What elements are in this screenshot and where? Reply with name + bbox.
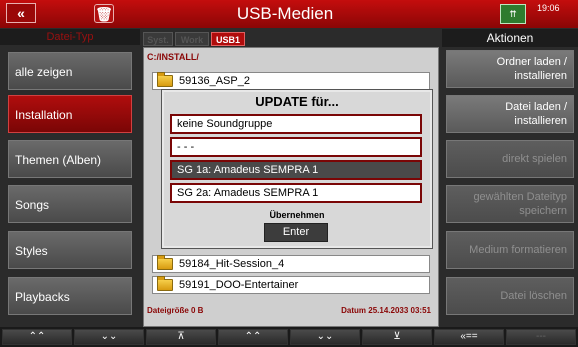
chevron-down-bar-icon[interactable]: ⊻ (362, 329, 432, 345)
enter-button[interactable]: Enter (264, 223, 328, 242)
file-name: 59184_Hit-Session_4 (179, 258, 285, 270)
double-chevron-down-icon[interactable]: ⌄⌄ (290, 329, 360, 345)
empty-icon[interactable]: --- (506, 329, 576, 345)
left-item-all[interactable]: alle zeigen (8, 52, 132, 90)
option-none[interactable]: - - - (170, 137, 422, 157)
back-arrow-icon[interactable]: «== (434, 329, 504, 345)
clock: 19:06 (537, 3, 560, 13)
load-folder-button[interactable]: Ordner laden / installieren (446, 50, 574, 88)
file-size: Dateigröße 0 B (147, 306, 204, 315)
dialog-title: UPDATE für... (255, 94, 339, 109)
file-date: Datum 25.14.2033 03:51 (341, 306, 431, 315)
button-line-1: gewählten Dateityp (473, 191, 567, 203)
list-item[interactable]: 59184_Hit-Session_4 (152, 255, 430, 273)
option-sg2a[interactable]: SG 2a: Amadeus SEMPRA 1 (170, 183, 422, 203)
keyboard-icon[interactable]: ⇈ (500, 4, 526, 24)
load-file-button[interactable]: Datei laden / installieren (446, 95, 574, 133)
double-chevron-left-icon[interactable]: « (6, 3, 36, 23)
button-line-1: Datei löschen (500, 290, 567, 302)
option-no-soundgroup[interactable]: keine Soundgruppe (170, 114, 422, 134)
save-filetype-button[interactable]: gewählten Dateityp speichern (446, 185, 574, 223)
button-line-2: installieren (514, 115, 567, 127)
bottom-nav: ⌃⌃ ⌄⌄ ⊼ ⌃⌃ ⌄⌄ ⊻ «== --- (0, 327, 578, 347)
play-direct-button[interactable]: direkt spielen (446, 140, 574, 178)
list-item[interactable]: 59136_ASP_2 (152, 72, 430, 90)
chevron-up-bar-icon[interactable]: ⊼ (146, 329, 216, 345)
left-item-themes[interactable]: Themen (Alben) (8, 140, 132, 178)
file-info: Dateigröße 0 B Datum 25.14.2033 03:51 (147, 306, 435, 315)
left-item-songs[interactable]: Songs (8, 185, 132, 223)
file-name: 59191_DOO-Entertainer (179, 279, 299, 291)
apply-label: Übernehmen (269, 210, 325, 220)
file-name: 59136_ASP_2 (179, 75, 250, 87)
current-path: C:/INSTALL/ (147, 52, 199, 62)
option-sg1a[interactable]: SG 1a: Amadeus SEMPRA 1 (170, 160, 422, 180)
update-dialog: UPDATE für... keine Soundgruppe - - - SG… (161, 89, 433, 249)
delete-file-button[interactable]: Datei löschen (446, 277, 574, 315)
file-type-header: Datei-Typ (0, 29, 140, 45)
folder-icon (157, 72, 173, 88)
button-line-1: Ordner laden / (496, 56, 567, 68)
format-medium-button[interactable]: Medium formatieren (446, 231, 574, 269)
double-chevron-down-icon[interactable]: ⌄⌄ (74, 329, 144, 345)
source-tabs: Syst. Work USB1 (143, 32, 439, 46)
folder-icon (157, 255, 173, 271)
button-line-2: speichern (519, 205, 567, 217)
button-line-1: Datei laden / (505, 101, 567, 113)
title-bar: « 🗑 USB-Medien ⇈ 19:06 (0, 0, 578, 28)
button-line-1: Medium formatieren (469, 244, 567, 256)
list-item[interactable]: 59191_DOO-Entertainer (152, 276, 430, 294)
tab-system[interactable]: Syst. (143, 32, 173, 46)
left-item-playbacks[interactable]: Playbacks (8, 277, 132, 315)
actions-header: Aktionen (442, 29, 578, 47)
left-item-styles[interactable]: Styles (8, 231, 132, 269)
usb-media-screen: « 🗑 USB-Medien ⇈ 19:06 Datei-Typ alle ze… (0, 0, 578, 347)
button-line-1: direkt spielen (502, 153, 567, 165)
folder-icon (157, 276, 173, 292)
page-title: USB-Medien (236, 4, 334, 23)
double-chevron-up-icon[interactable]: ⌃⌃ (2, 329, 72, 345)
left-item-installation[interactable]: Installation (8, 95, 132, 133)
tab-work[interactable]: Work (175, 32, 209, 46)
tab-usb1[interactable]: USB1 (211, 32, 245, 46)
button-line-2: installieren (514, 70, 567, 82)
trash-icon[interactable]: 🗑 (94, 4, 114, 23)
double-chevron-up-icon[interactable]: ⌃⌃ (218, 329, 288, 345)
